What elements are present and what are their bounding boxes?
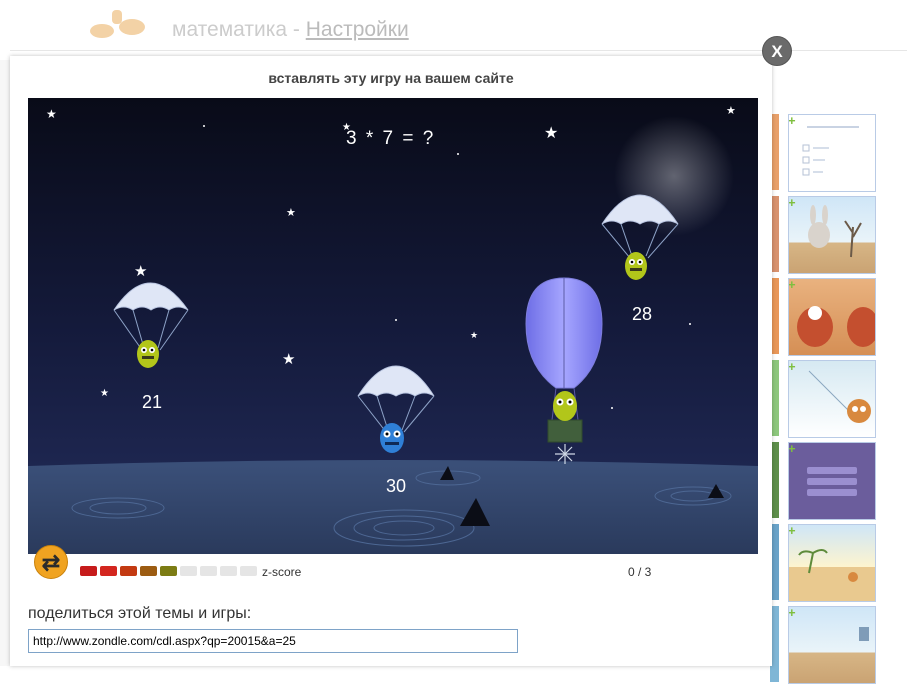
svg-text:★: ★ xyxy=(470,331,478,341)
game-thumbnail[interactable]: + xyxy=(788,442,876,520)
game-thumbnails: + + + + + + + xyxy=(770,110,907,684)
game-thumbnail[interactable]: + xyxy=(788,114,876,192)
svg-text:★: ★ xyxy=(100,388,109,399)
game-thumbnail[interactable]: + xyxy=(788,606,876,684)
svg-text:★: ★ xyxy=(134,262,147,280)
zscore-label: z-score xyxy=(262,565,302,579)
svg-text:★: ★ xyxy=(726,104,736,117)
zscore-bar xyxy=(160,566,177,576)
logo-icon xyxy=(90,10,145,38)
robot-thumbnail-icon xyxy=(859,627,869,641)
zscore-bar xyxy=(240,566,257,576)
svg-text:★: ★ xyxy=(286,206,296,219)
background-title: математика - Настройки xyxy=(172,18,409,42)
add-icon[interactable]: + xyxy=(789,607,796,620)
share-url-input[interactable] xyxy=(28,629,518,653)
answer-option[interactable]: 21 xyxy=(142,392,162,413)
zscore-bar xyxy=(200,566,217,576)
zscore-bar xyxy=(220,566,237,576)
hot-air-balloon-character[interactable] xyxy=(525,277,603,464)
monkey-thumbnail-icon xyxy=(808,370,871,423)
propeller-icon xyxy=(555,444,575,464)
zscore-bar xyxy=(80,566,97,576)
svg-text:★: ★ xyxy=(46,107,57,121)
answer-option[interactable]: 30 xyxy=(386,476,406,497)
island-thumbnail-icon xyxy=(798,549,858,582)
title-prefix: математика - xyxy=(172,18,300,41)
question-progress: 0 / 3 xyxy=(628,565,652,579)
game-canvas[interactable]: ★ ★ ★ ★ ★ ★ ★ ★ ★ 3 * 7 = ? 21 30 28 xyxy=(28,98,758,554)
settings-link[interactable]: Настройки xyxy=(306,18,409,41)
game-controls: ⇄ z-score 0 / 3 xyxy=(28,545,758,594)
add-icon[interactable]: + xyxy=(789,443,796,456)
share-label: поделиться этой темы и игры: xyxy=(28,605,252,622)
game-thumbnail[interactable]: + xyxy=(788,524,876,602)
add-icon[interactable]: + xyxy=(789,525,796,538)
background-left-edge xyxy=(0,60,10,666)
svg-text:★: ★ xyxy=(544,123,558,142)
zscore-bar xyxy=(140,566,157,576)
parachute-character-left[interactable] xyxy=(113,282,189,368)
quiz-panel-thumbnail-icon xyxy=(807,467,857,496)
svg-text:★: ★ xyxy=(282,350,295,368)
zscore-bar xyxy=(180,566,197,576)
answer-option[interactable]: 28 xyxy=(632,304,652,325)
zscore-bar xyxy=(120,566,137,576)
math-question: 3 * 7 = ? xyxy=(346,128,436,149)
game-thumbnail[interactable]: + xyxy=(788,278,876,356)
add-icon[interactable]: + xyxy=(789,361,796,374)
parachute-character-middle[interactable] xyxy=(357,365,435,453)
rabbit-thumbnail-icon xyxy=(808,205,862,258)
dialog-title: вставлять эту игру на вашем сайте xyxy=(268,70,514,86)
refresh-icon[interactable]: ⇄ xyxy=(34,545,68,579)
add-icon[interactable]: + xyxy=(789,197,796,210)
zscore-bar xyxy=(100,566,117,576)
quiz-thumbnail-icon xyxy=(802,126,859,176)
game-thumbnail[interactable]: + xyxy=(788,360,876,438)
add-icon[interactable]: + xyxy=(789,115,796,128)
game-thumbnail[interactable]: + xyxy=(788,196,876,274)
chicken-thumbnail-icon xyxy=(797,306,875,347)
close-button[interactable]: X xyxy=(762,36,792,66)
add-icon[interactable]: + xyxy=(789,279,796,292)
